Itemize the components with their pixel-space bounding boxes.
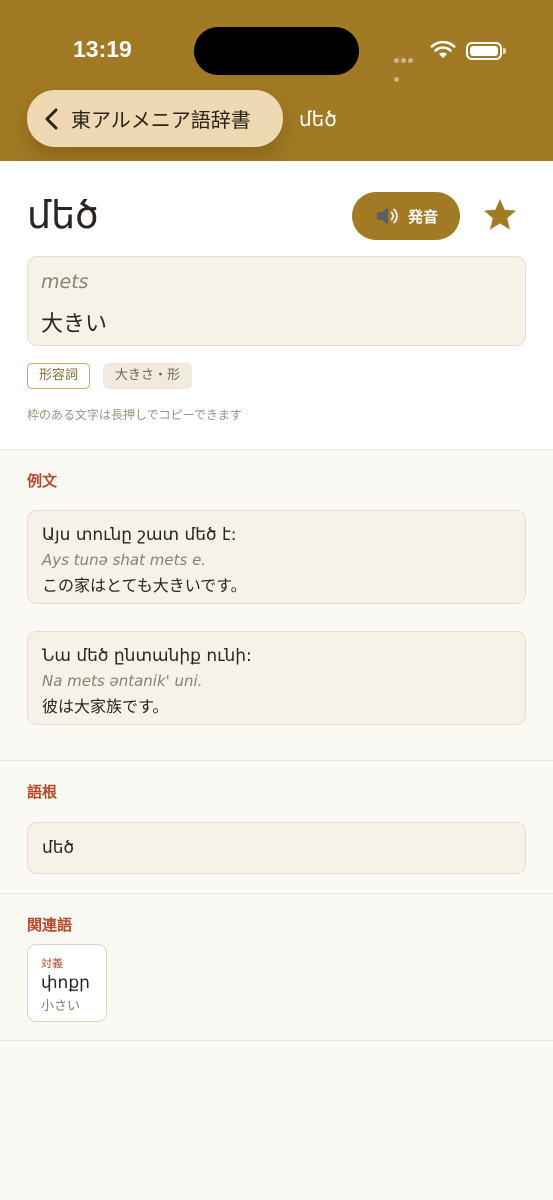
copy-hint: 枠のある文字は長押しでコピーできます bbox=[27, 408, 242, 422]
related-type: 対義 bbox=[41, 957, 63, 970]
category-tag: 大きさ・形 bbox=[103, 363, 193, 389]
chevron-left-icon bbox=[45, 108, 58, 129]
root-title: 語根 bbox=[27, 783, 58, 801]
wifi-icon bbox=[430, 40, 456, 58]
related-title: 関連語 bbox=[27, 916, 73, 934]
root-box[interactable]: մեծ bbox=[27, 822, 526, 874]
root-value: մեծ bbox=[42, 838, 75, 858]
cellular-signal-icon bbox=[394, 48, 420, 82]
transliteration: mets bbox=[41, 271, 89, 293]
meaning-text: 大きい bbox=[41, 312, 108, 337]
section-divider bbox=[0, 760, 553, 761]
related-word: փոքր bbox=[41, 973, 90, 993]
pronounce-button[interactable]: 発音 bbox=[352, 192, 460, 240]
speaker-icon bbox=[376, 207, 398, 225]
example-japanese: 彼は大家族です。 bbox=[42, 697, 169, 716]
example-armenian: Այս տունը շատ մեծ է: bbox=[42, 525, 237, 545]
battery-icon bbox=[466, 42, 506, 60]
related-word-card[interactable]: 対義 փոքր 小さい bbox=[27, 944, 107, 1022]
entry-header: մեծ 発音 mets 大きい 形容詞 大きさ・形 枠のある文字は長押しでコピー… bbox=[0, 161, 553, 450]
entry-word: մեծ bbox=[27, 193, 99, 237]
related-meaning: 小さい bbox=[41, 999, 81, 1014]
example-armenian: Նա մեծ ընտանիք ունի: bbox=[42, 646, 252, 666]
back-button-label: 東アルメニア語辞書 bbox=[71, 108, 251, 132]
favorite-star-icon[interactable] bbox=[482, 197, 518, 233]
example-item[interactable]: Այս տունը շատ մեծ է: Ays tunə shat mets … bbox=[27, 510, 526, 604]
back-button[interactable]: 東アルメニア語辞書 bbox=[27, 90, 283, 147]
example-transliteration: Na mets əntanik' uni. bbox=[42, 672, 203, 690]
dynamic-island bbox=[194, 27, 359, 75]
part-of-speech-tag: 形容詞 bbox=[27, 363, 91, 389]
examples-title: 例文 bbox=[27, 472, 58, 490]
status-time: 13:19 bbox=[73, 36, 132, 62]
example-item[interactable]: Նա մեծ ընտանիք ունի: Na mets əntanik' un… bbox=[27, 631, 526, 725]
section-divider bbox=[0, 1040, 553, 1041]
pronounce-label: 発音 bbox=[407, 207, 438, 226]
example-transliteration: Ays tunə shat mets e. bbox=[42, 551, 207, 569]
section-divider bbox=[0, 893, 553, 894]
nav-header: 13:19 東アルメニア語辞書 մեծ bbox=[0, 0, 553, 161]
meaning-box[interactable]: mets 大きい bbox=[27, 256, 526, 346]
nav-title: մեծ bbox=[299, 107, 337, 131]
example-japanese: この家はとても大きいです。 bbox=[42, 576, 247, 595]
